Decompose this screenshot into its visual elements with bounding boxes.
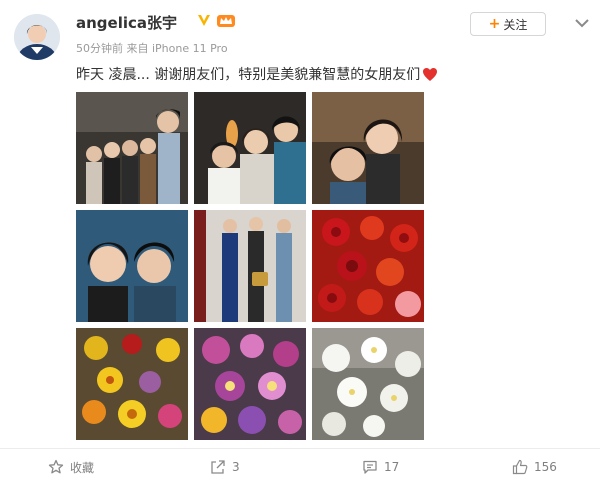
avatar[interactable] (14, 14, 60, 60)
photo-yellow-flowers[interactable] (76, 328, 188, 440)
photo-selfie-couple[interactable] (76, 210, 188, 322)
plus-icon: + (488, 16, 501, 32)
comment-button[interactable]: 17 (362, 456, 399, 478)
user-badges (196, 12, 236, 28)
member-crown-icon[interactable] (216, 12, 236, 28)
photo-group-friends[interactable] (76, 92, 188, 204)
verified-v-icon (196, 12, 212, 28)
post-meta: 50分钟前 来自 iPhone 11 Pro (76, 40, 228, 56)
photo-selfie-three[interactable] (194, 92, 306, 204)
photo-selfie-two[interactable] (312, 92, 424, 204)
red-heart-icon (422, 67, 438, 82)
repost-icon (210, 459, 226, 475)
follow-label: 关注 (503, 17, 528, 32)
comment-count: 17 (384, 460, 400, 474)
repost-button[interactable]: 3 (210, 456, 240, 478)
thumbs-up-icon (512, 459, 528, 475)
post-source: 来自 iPhone 11 Pro (126, 42, 228, 55)
photo-red-roses[interactable] (312, 210, 424, 322)
comment-icon (362, 459, 378, 475)
post-text-row: 昨天 凌晨... 谢谢朋友们，特别是美貌兼智慧的女朋友们 (76, 64, 438, 84)
like-count: 156 (534, 460, 557, 474)
post-time[interactable]: 50分钟前 (76, 42, 123, 55)
repost-count: 3 (232, 460, 240, 474)
like-button[interactable]: 156 (512, 456, 557, 478)
username[interactable]: angelica张宇 (76, 12, 177, 33)
photo-purple-orchids[interactable] (194, 328, 306, 440)
weibo-post: angelica张宇 50分钟前 来自 iPhone 11 Pro + 关注 昨… (0, 0, 600, 484)
favorite-label: 收藏 (70, 460, 95, 475)
favorite-button[interactable]: 收藏 (48, 456, 94, 478)
photo-grid (76, 92, 424, 440)
photo-white-orchids[interactable] (312, 328, 424, 440)
chevron-down-icon[interactable] (574, 14, 590, 28)
action-bar-divider (0, 448, 600, 449)
photo-standing-bag[interactable] (194, 210, 306, 322)
star-icon (48, 459, 64, 475)
post-text: 昨天 凌晨... 谢谢朋友们，特别是美貌兼智慧的女朋友们 (76, 67, 421, 83)
follow-button[interactable]: + 关注 (470, 12, 546, 36)
